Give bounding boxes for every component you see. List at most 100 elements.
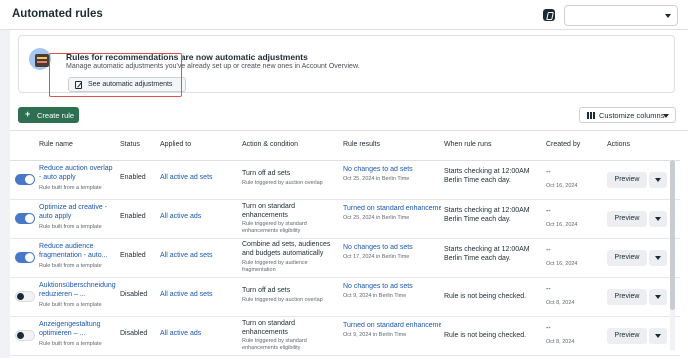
table-row: Reduce audience fragmentation - auto... …	[10, 239, 680, 278]
rule-name-link[interactable]: Auktionsüberschneidung reduzieren – ...	[39, 281, 116, 299]
create-rule-label: Create rule	[37, 111, 75, 120]
rule-schedule: Starts checking at 12:00AM Berlin Time e…	[444, 207, 530, 223]
preview-button[interactable]: Preview	[607, 289, 647, 305]
rule-source: Rule built from a template	[39, 224, 102, 230]
created-date: Oct 8, 2024	[546, 300, 575, 306]
table-row: Anzeigengestaltung optimieren – ... Rule…	[10, 317, 680, 356]
column-header-applied-to[interactable]: Applied to	[160, 141, 191, 148]
more-actions-chevron-icon[interactable]	[649, 328, 667, 344]
applied-to-link[interactable]: All active ads	[160, 330, 201, 337]
rule-schedule: Rule is not being checked.	[444, 293, 527, 300]
table-row: Auktionsüberschneidung reduzieren – ... …	[10, 278, 680, 317]
rule-result-link[interactable]: Turned on standard enhanceme	[343, 205, 441, 212]
external-edit-icon	[75, 81, 82, 89]
preview-button[interactable]: Preview	[607, 250, 647, 266]
rule-action: Turn off ad sets	[242, 287, 291, 294]
rule-name-link[interactable]: Reduce auction overlap - auto apply	[39, 164, 115, 182]
rule-status: Disabled	[120, 291, 148, 298]
info-banner: Rules for recommendations are now automa…	[18, 35, 675, 93]
plus-icon: +	[25, 109, 31, 119]
rule-condition: Rule triggered by auction overlap	[242, 297, 323, 303]
applied-to-link[interactable]: All active ad sets	[160, 174, 213, 181]
preview-button[interactable]: Preview	[607, 328, 647, 344]
more-actions-chevron-icon[interactable]	[649, 211, 667, 227]
rule-toggle[interactable]	[15, 174, 35, 185]
page-title: Automated rules	[12, 8, 103, 20]
rule-schedule: Starts checking at 12:00AM Berlin Time e…	[444, 246, 530, 262]
rule-status: Enabled	[120, 252, 146, 259]
applied-to-link[interactable]: All active ad sets	[160, 252, 213, 259]
rule-result-date: Oct 17, 2024 in Berlin Time	[343, 254, 410, 260]
column-header-actions: Actions	[607, 141, 630, 148]
created-date: Oct 8, 2024	[546, 339, 575, 345]
chevron-down-icon	[663, 114, 669, 118]
customize-columns-label: Customize columns	[599, 111, 665, 120]
rule-condition: Rule triggered by auction overlap	[242, 180, 323, 186]
rule-result-link[interactable]: No changes to ad sets	[343, 283, 441, 290]
rule-result-link[interactable]: No changes to ad sets	[343, 244, 441, 251]
customize-columns-button[interactable]: Customize columns	[579, 107, 676, 123]
table-scrollbar[interactable]	[670, 160, 675, 350]
rule-action: Combine ad sets, audiences and budgets a…	[242, 241, 331, 257]
created-by: --	[546, 208, 551, 215]
table-row: Optimize ad creative - auto apply Rule b…	[10, 200, 680, 239]
rule-result-date: Oct 9, 2024 in Berlin Time	[343, 293, 407, 299]
rule-result-link[interactable]: No changes to ad sets	[343, 166, 441, 173]
rule-action: Turn off ad sets	[242, 170, 291, 177]
table-row: Reduce auction overlap - auto apply Rule…	[10, 161, 680, 200]
rule-toggle[interactable]	[15, 330, 35, 341]
top-bar: Automated rules	[0, 0, 688, 30]
rule-name-link[interactable]: Anzeigengestaltung optimieren – ...	[39, 320, 115, 338]
rule-status: Enabled	[120, 174, 146, 181]
rule-status: Enabled	[120, 213, 146, 220]
create-rule-button[interactable]: + Create rule	[18, 107, 79, 123]
account-select[interactable]	[564, 5, 678, 26]
created-by: --	[546, 286, 551, 293]
column-header-status[interactable]: Status	[120, 141, 140, 148]
applied-to-link[interactable]: All active ads	[160, 213, 201, 220]
column-header-action-condition[interactable]: Action & condition	[242, 141, 298, 148]
rule-source: Rule built from a template	[39, 185, 102, 191]
created-date: Oct 16, 2024	[546, 183, 578, 189]
more-actions-chevron-icon[interactable]	[649, 172, 667, 188]
banner-illustration-icon	[29, 48, 51, 70]
banner-subtitle: Manage automatic adjustments you've alre…	[66, 63, 360, 70]
column-header-created-by[interactable]: Created by	[546, 141, 580, 148]
rule-status: Disabled	[120, 330, 148, 337]
created-date: Oct 16, 2024	[546, 222, 578, 228]
banner-title: Rules for recommendations are now automa…	[66, 52, 308, 62]
see-automatic-adjustments-button[interactable]: See automatic adjustments	[68, 77, 186, 92]
column-header-rule-results[interactable]: Rule results	[343, 141, 380, 148]
more-actions-chevron-icon[interactable]	[649, 250, 667, 266]
see-automatic-adjustments-label: See automatic adjustments	[88, 81, 173, 88]
column-header-when-rule-runs[interactable]: When rule runs	[444, 141, 491, 148]
rule-toggle[interactable]	[15, 252, 35, 263]
preview-button[interactable]: Preview	[607, 172, 647, 188]
scrollbar-thumb[interactable]	[670, 160, 675, 310]
created-by: --	[546, 325, 551, 332]
created-by: --	[546, 247, 551, 254]
rule-schedule: Starts checking at 12:00AM Berlin Time e…	[444, 168, 530, 184]
columns-icon	[587, 112, 595, 119]
rule-name-link[interactable]: Optimize ad creative - auto apply	[39, 203, 115, 221]
rule-condition: Rule triggered by standard enhancements …	[242, 221, 307, 234]
main-content: Rules for recommendations are now automa…	[10, 30, 688, 358]
app-switcher-icon[interactable]	[543, 9, 555, 21]
created-by: --	[546, 169, 551, 176]
rule-result-date: Oct 9, 2024 in Berlin Time	[343, 332, 407, 338]
rule-result-link[interactable]: Turned on standard enhanceme	[343, 322, 441, 329]
rule-schedule: Rule is not being checked.	[444, 332, 527, 339]
rule-result-date: Oct 25, 2024 in Berlin Time	[343, 215, 410, 221]
rule-toggle[interactable]	[15, 213, 35, 224]
rule-toggle[interactable]	[15, 291, 35, 302]
rule-action: Turn on standard enhancements	[242, 203, 296, 219]
created-date: Oct 16, 2024	[546, 261, 578, 267]
rule-source: Rule built from a template	[39, 263, 102, 269]
rule-name-link[interactable]: Reduce audience fragmentation - auto...	[39, 242, 115, 260]
more-actions-chevron-icon[interactable]	[649, 289, 667, 305]
preview-button[interactable]: Preview	[607, 211, 647, 227]
applied-to-link[interactable]: All active ad sets	[160, 291, 213, 298]
rule-result-date: Oct 25, 2024 in Berlin Time	[343, 176, 410, 182]
rules-table: Rule name Status Applied to Action & con…	[10, 130, 688, 358]
column-header-rule-name[interactable]: Rule name	[39, 141, 73, 148]
